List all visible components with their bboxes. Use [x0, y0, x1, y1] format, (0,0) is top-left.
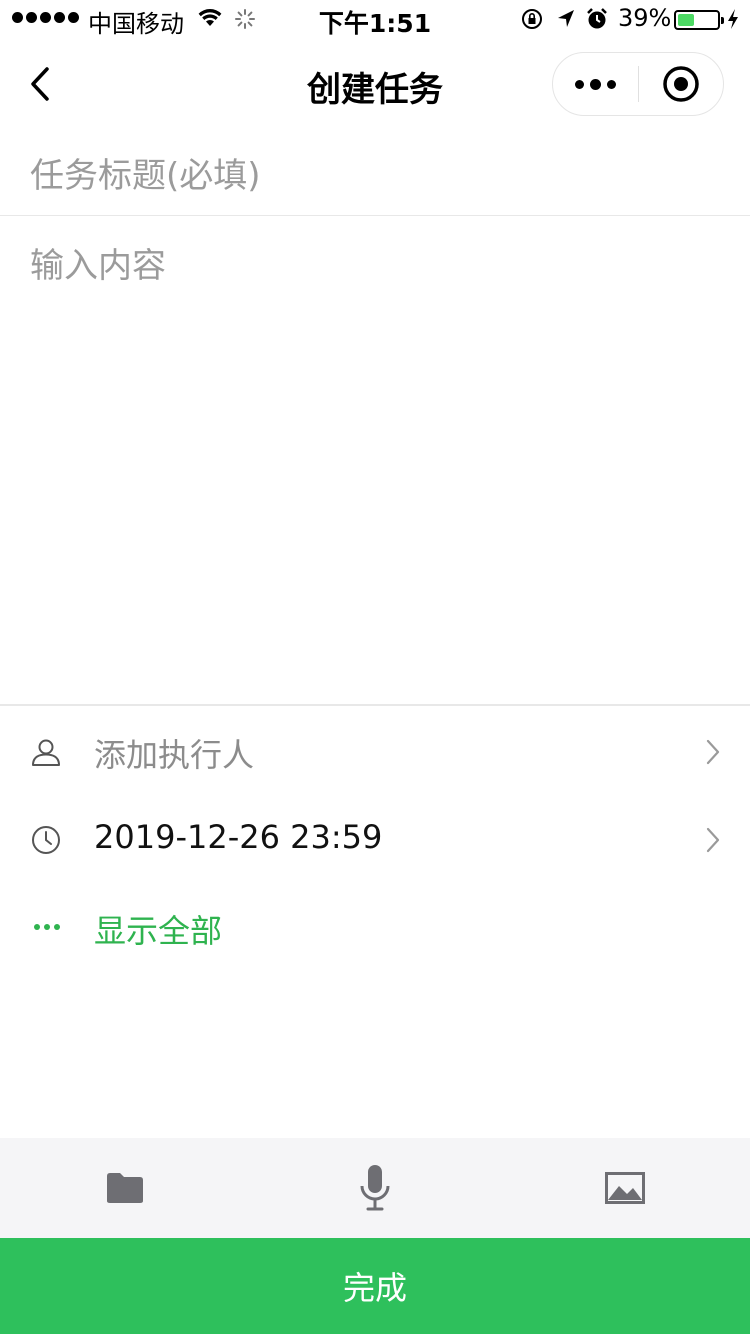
navigation-bar: 创建任务 [0, 40, 750, 128]
location-arrow-icon [558, 10, 574, 27]
image-icon [605, 1172, 645, 1204]
target-circle-icon [663, 66, 699, 102]
attach-file-button[interactable] [99, 1162, 151, 1214]
task-content-textarea[interactable]: 输入内容 [0, 216, 750, 706]
attach-image-button[interactable] [599, 1162, 651, 1214]
charging-bolt-icon [728, 9, 738, 29]
close-mini-program-button[interactable] [639, 52, 723, 116]
task-content-placeholder: 输入内容 [30, 246, 166, 286]
orientation-lock-icon [522, 9, 542, 29]
microphone-icon [360, 1165, 390, 1211]
add-assignee-row[interactable]: 添加执行人 [0, 708, 750, 796]
alarm-clock-icon [587, 8, 607, 29]
deadline-value: 2019-12-26 23:59 [94, 818, 383, 856]
task-title-input[interactable]: 任务标题(必填) [0, 128, 750, 216]
status-bar: 中国移动 下午1:51 39% [0, 0, 750, 40]
deadline-row[interactable]: 2019-12-26 23:59 [0, 796, 750, 884]
attachment-toolbar [0, 1138, 750, 1238]
battery-fill [678, 14, 695, 26]
battery-percentage: 39% [618, 4, 672, 32]
clock-icon [32, 826, 60, 854]
mini-program-capsule [552, 52, 724, 116]
battery-icon [674, 10, 724, 30]
show-all-row[interactable]: 显示全部 [0, 884, 750, 972]
voice-input-button[interactable] [349, 1162, 401, 1214]
assignee-label: 添加执行人 [94, 736, 255, 774]
show-all-label: 显示全部 [94, 912, 223, 950]
person-icon [32, 739, 60, 766]
chevron-right-icon [706, 827, 720, 853]
more-button[interactable] [553, 52, 638, 116]
more-dots-icon [34, 924, 60, 930]
folder-icon [107, 1173, 143, 1203]
done-button[interactable]: 完成 [0, 1238, 750, 1334]
chevron-right-icon [706, 739, 720, 765]
task-title-placeholder: 任务标题(必填) [30, 156, 261, 196]
